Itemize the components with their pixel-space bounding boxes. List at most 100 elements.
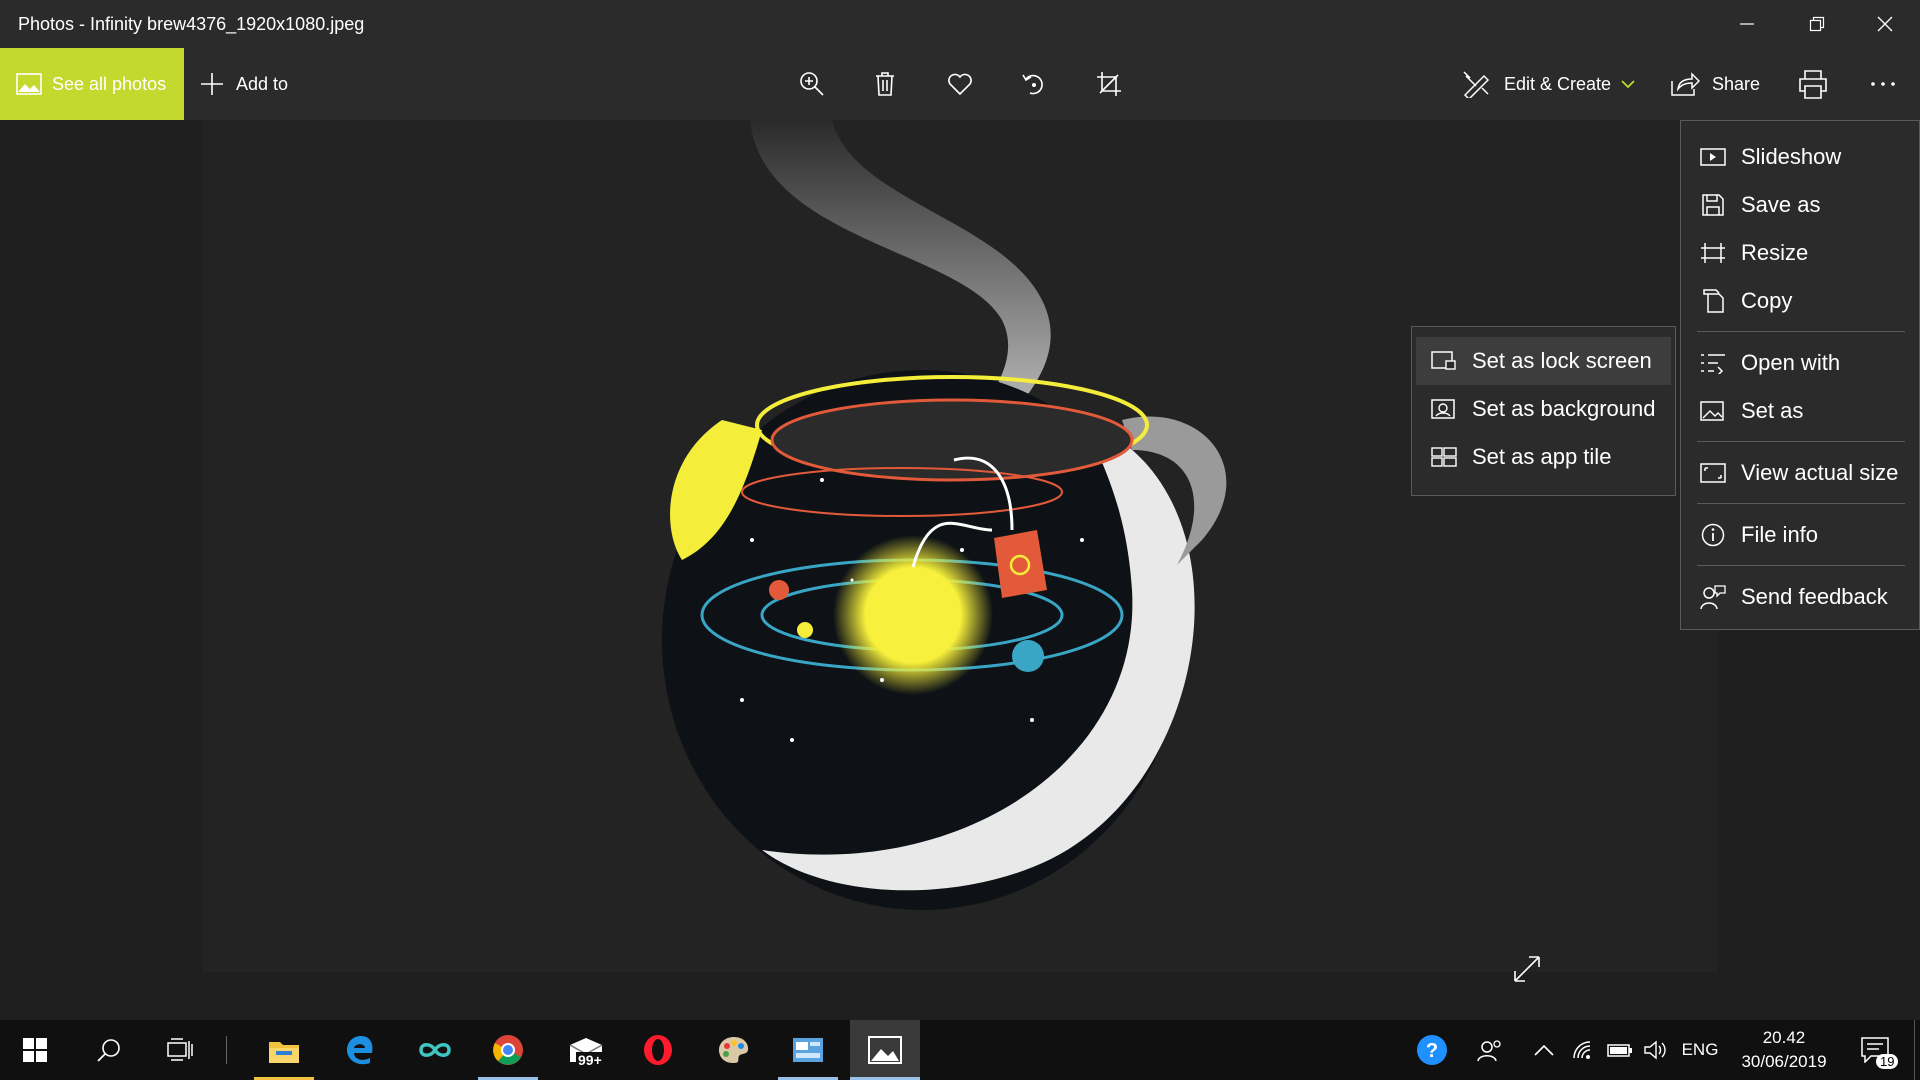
photo-canvas[interactable] <box>202 120 1718 982</box>
set-app-tile-label: Set as app tile <box>1472 444 1612 469</box>
menu-item-label: Copy <box>1741 288 1793 313</box>
menu-item-label: Slideshow <box>1741 144 1842 169</box>
menu-item-label: Save as <box>1741 192 1821 217</box>
help-icon: ? <box>1417 1035 1447 1065</box>
photos-button[interactable] <box>850 1020 920 1080</box>
rotate-icon <box>1022 74 1043 95</box>
taskbar-divider <box>226 1036 227 1064</box>
mail-badge: 99+ <box>576 1052 604 1068</box>
opera-icon <box>644 1035 672 1065</box>
delete-icon <box>876 72 894 96</box>
menu-item-view-actual-size[interactable]: View actual size <box>1681 449 1898 497</box>
people-icon <box>1477 1040 1501 1062</box>
add-to-label: Add to <box>236 73 289 94</box>
fullscreen-icon <box>1514 956 1540 982</box>
menu-item-label: Set as <box>1741 398 1804 423</box>
edge-button[interactable] <box>330 1020 390 1080</box>
action-center-button[interactable]: 19 <box>1850 1020 1900 1080</box>
slideshow-icon <box>1699 143 1727 171</box>
menu-item-save-as[interactable]: Save as <box>1681 181 1821 229</box>
minimize-icon <box>1740 23 1754 25</box>
menu-item-label: Open with <box>1741 350 1841 375</box>
edge-icon <box>347 1036 373 1065</box>
photo-icon <box>16 73 42 95</box>
show-hidden-icons-button[interactable] <box>1524 1020 1564 1080</box>
battery-icon <box>1607 1044 1632 1057</box>
taskbar: 99+ ? ENG 20.42 30/06/2019 19 <box>0 1020 1920 1080</box>
close-icon <box>1877 16 1893 32</box>
people-button[interactable] <box>1468 1020 1512 1080</box>
set-background-item[interactable]: Set as background <box>1412 385 1655 433</box>
menu-item-open-with[interactable]: Open with <box>1681 339 1840 387</box>
clock-date: 30/06/2019 <box>1741 1052 1827 1071</box>
zoom-button[interactable] <box>787 48 837 120</box>
feedback-icon <box>1699 583 1727 611</box>
command-bar: See all photos Add to Edit & Create Shar… <box>0 48 1920 120</box>
print-icon <box>1799 70 1827 99</box>
background-icon <box>1430 395 1458 423</box>
control-panel-icon <box>793 1038 823 1062</box>
edit-create-icon <box>1463 71 1490 98</box>
edit-create-button[interactable]: Edit & Create <box>1462 48 1635 120</box>
favorite-button[interactable] <box>935 48 985 120</box>
add-to-button[interactable]: Add to <box>200 48 288 120</box>
wifi-icon <box>1573 1041 1591 1059</box>
rotate-button[interactable] <box>1009 48 1059 120</box>
delete-button[interactable] <box>860 48 910 120</box>
edit-create-label: Edit & Create <box>1504 73 1612 94</box>
battery-button[interactable] <box>1602 1020 1638 1080</box>
crop-button[interactable] <box>1084 48 1134 120</box>
mail-button[interactable]: 99+ <box>556 1020 616 1080</box>
menu-separator <box>1697 331 1905 332</box>
save-icon <box>1699 191 1727 219</box>
paint-button[interactable] <box>704 1020 764 1080</box>
volume-icon <box>1644 1040 1666 1060</box>
chrome-button[interactable] <box>478 1020 538 1080</box>
network-button[interactable] <box>1566 1020 1602 1080</box>
menu-item-send-feedback[interactable]: Send feedback <box>1681 573 1888 621</box>
search-button[interactable] <box>84 1020 134 1080</box>
set-lock-screen-item[interactable]: Set as lock screen <box>1412 337 1652 385</box>
help-tray-button[interactable]: ? <box>1410 1020 1454 1080</box>
opera-button[interactable] <box>628 1020 688 1080</box>
svg-text:?: ? <box>1426 1040 1438 1062</box>
start-button[interactable] <box>10 1020 60 1080</box>
language-indicator[interactable]: ENG <box>1678 1020 1722 1080</box>
crop-icon <box>1097 72 1121 96</box>
restore-button[interactable] <box>1782 0 1852 48</box>
restore-icon <box>1809 16 1825 32</box>
menu-item-file-info[interactable]: File info <box>1681 511 1818 559</box>
clock[interactable]: 20.42 30/06/2019 <box>1728 1026 1840 1074</box>
menu-item-label: File info <box>1741 522 1819 547</box>
menu-item-label: Resize <box>1741 240 1809 265</box>
menu-item-resize[interactable]: Resize <box>1681 229 1808 277</box>
infinity-app-button[interactable] <box>405 1020 465 1080</box>
file-explorer-button[interactable] <box>254 1020 314 1080</box>
more-options-button[interactable] <box>1858 48 1908 120</box>
share-icon <box>1671 72 1700 96</box>
see-all-photos-button[interactable]: See all photos <box>0 48 184 120</box>
minimize-button[interactable] <box>1712 0 1782 48</box>
control-panel-button[interactable] <box>778 1020 838 1080</box>
file-explorer-icon <box>269 1042 299 1063</box>
menu-item-slideshow[interactable]: Slideshow <box>1681 133 1841 181</box>
show-desktop-button[interactable] <box>1914 1020 1920 1080</box>
close-button[interactable] <box>1850 0 1920 48</box>
search-icon <box>97 1039 120 1062</box>
menu-item-copy[interactable]: Copy <box>1681 277 1792 325</box>
share-button[interactable]: Share <box>1670 48 1760 120</box>
actual-size-icon <box>1699 459 1727 487</box>
set-as-submenu: Set as lock screen Set as background Set… <box>1411 326 1676 496</box>
fullscreen-button[interactable] <box>1512 954 1542 984</box>
menu-item-label: View actual size <box>1741 460 1899 485</box>
set-app-tile-item[interactable]: Set as app tile <box>1412 433 1611 481</box>
notification-count-badge: 19 <box>1876 1054 1899 1069</box>
photos-icon <box>868 1036 902 1064</box>
task-view-icon <box>167 1038 193 1061</box>
task-view-button[interactable] <box>155 1020 205 1080</box>
menu-item-set-as[interactable]: Set as <box>1681 387 1803 435</box>
chevron-up-icon <box>1534 1044 1554 1056</box>
volume-button[interactable] <box>1638 1020 1674 1080</box>
menu-separator <box>1697 441 1905 442</box>
print-button[interactable] <box>1788 48 1838 120</box>
